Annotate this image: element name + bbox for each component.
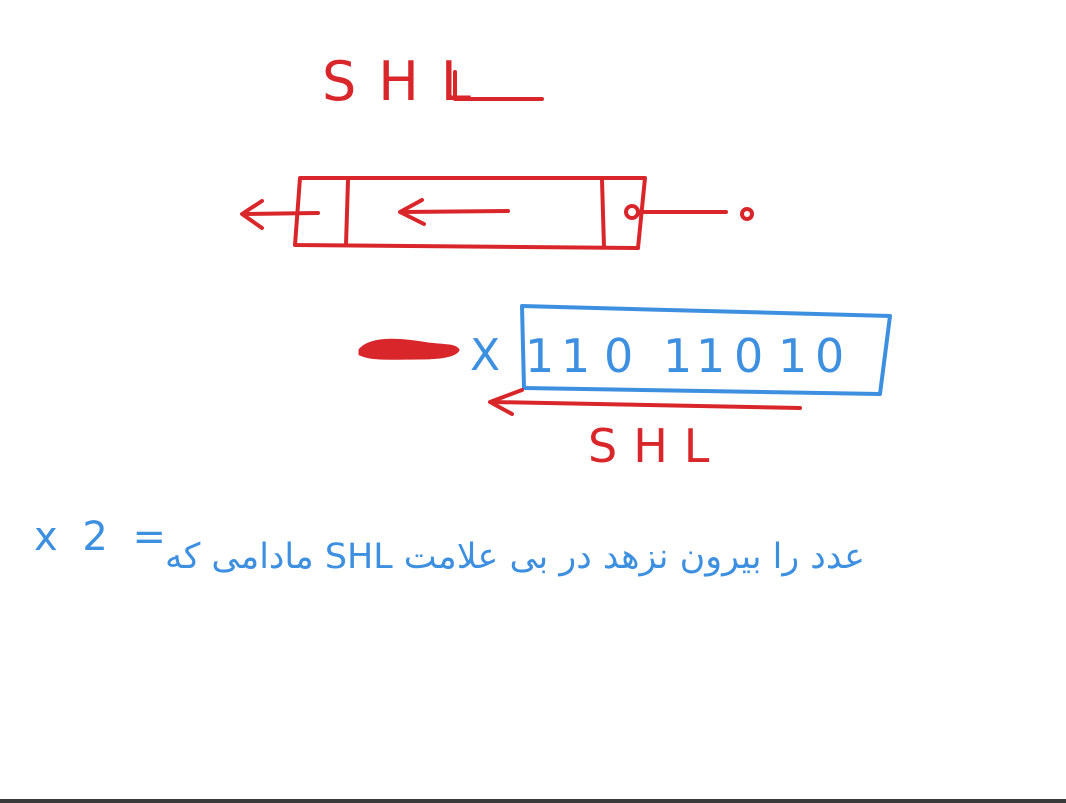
- bit-6: 1: [778, 329, 807, 383]
- shl-operation-label: SHL: [588, 419, 725, 473]
- note-persian-text: مادامی که SHL عدد را بیرون نزهد در بی عل…: [165, 537, 865, 577]
- zero-input-dot: [740, 207, 754, 221]
- bit-4: 1: [696, 329, 725, 383]
- bit-7: 0: [815, 329, 844, 383]
- register-right-cell-divider: [600, 178, 606, 249]
- bit-5: 0: [734, 329, 763, 383]
- title-shl: SHL: [322, 50, 493, 113]
- shift-register-diagram: [240, 176, 754, 250]
- bit-0: 1: [525, 329, 554, 383]
- register-left-cell-divider: [344, 178, 350, 247]
- discarded-bit-scribble: [358, 338, 460, 360]
- discarded-bit-marker: X: [470, 330, 500, 381]
- whiteboard-canvas: SHL X 1 1 0 1 1 0 1 0 SHL x 2 = مادامی ک…: [34, 50, 892, 577]
- bit-2: 0: [604, 329, 633, 383]
- inner-shift-arrow: [400, 209, 510, 214]
- shl-direction-arrow: [490, 400, 802, 410]
- note-expression: x 2 =: [34, 514, 172, 560]
- output-arrow: [242, 211, 320, 216]
- bit-cells: 1 1 0 1 1 0 1 0: [525, 329, 844, 383]
- bit-1: 1: [561, 329, 590, 383]
- note: x 2 = مادامی که SHL عدد را بیرون نزهد در…: [34, 514, 865, 577]
- bottom-border: [0, 799, 1066, 803]
- binary-register: X 1 1 0 1 1 0 1 0 SHL: [358, 304, 892, 473]
- bit-3: 1: [663, 329, 692, 383]
